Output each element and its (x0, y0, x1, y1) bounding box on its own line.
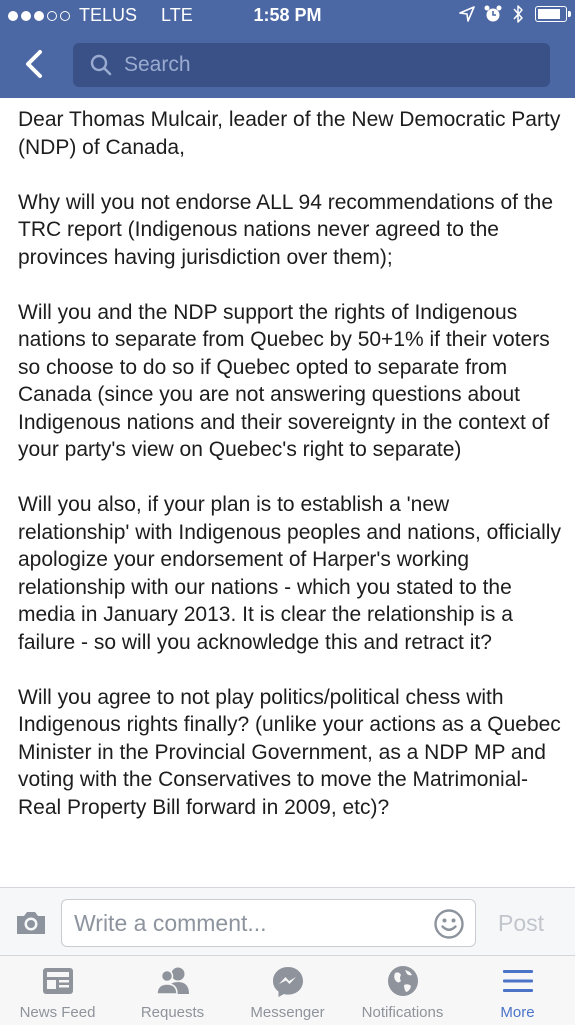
search-placeholder: Search (124, 53, 191, 76)
post-paragraph: Dear Thomas Mulcair, leader of the New D… (18, 108, 561, 159)
tab-notifications[interactable]: Notifications (345, 956, 460, 1025)
news-feed-icon (42, 968, 73, 994)
tab-label: More (500, 1004, 535, 1021)
post-paragraph: Will you and the NDP support the rights … (18, 300, 550, 462)
tab-requests[interactable]: Requests (115, 956, 230, 1025)
search-bar[interactable]: Search (73, 43, 550, 87)
chevron-left-icon (26, 50, 42, 78)
tab-more[interactable]: More (460, 956, 575, 1025)
tab-news-feed[interactable]: News Feed (0, 956, 115, 1025)
back-button[interactable] (18, 44, 54, 84)
status-bar: TELUS LTE 1:58 PM (0, 0, 575, 32)
post-body: Dear Thomas Mulcair, leader of the New D… (18, 106, 563, 886)
smiley-icon[interactable] (433, 908, 465, 940)
bluetooth-icon (513, 5, 523, 23)
location-arrow-icon (459, 6, 475, 22)
comment-input[interactable]: Write a comment... (61, 899, 476, 947)
alarm-clock-icon (484, 5, 502, 22)
tab-messenger[interactable]: Messenger (230, 956, 345, 1025)
post-paragraph: Will you agree to not play politics/poli… (18, 685, 561, 819)
tab-label: Messenger (250, 1004, 325, 1021)
status-icons (459, 4, 571, 24)
comment-placeholder: Write a comment... (74, 910, 267, 936)
post-button[interactable]: Post (498, 910, 544, 937)
friend-requests-icon (155, 967, 189, 995)
tab-bar: News Feed Requests Messenger Notificatio… (0, 955, 575, 1025)
comment-composer: Write a comment... Post (0, 887, 575, 956)
tab-label: News Feed (19, 1004, 96, 1021)
hamburger-menu-icon (502, 970, 533, 992)
globe-icon (387, 966, 418, 996)
post-paragraph: Why will you not endorse ALL 94 recommen… (18, 190, 554, 269)
battery-icon (535, 6, 571, 22)
top-header: TELUS LTE 1:58 PM Search (0, 0, 575, 98)
camera-icon[interactable] (14, 909, 48, 937)
search-icon (90, 54, 112, 76)
post-paragraph: Will you also, if your plan is to establ… (18, 493, 561, 654)
messenger-icon (272, 967, 303, 997)
tab-label: Requests (140, 1004, 205, 1021)
tab-label: Notifications (361, 1004, 444, 1021)
